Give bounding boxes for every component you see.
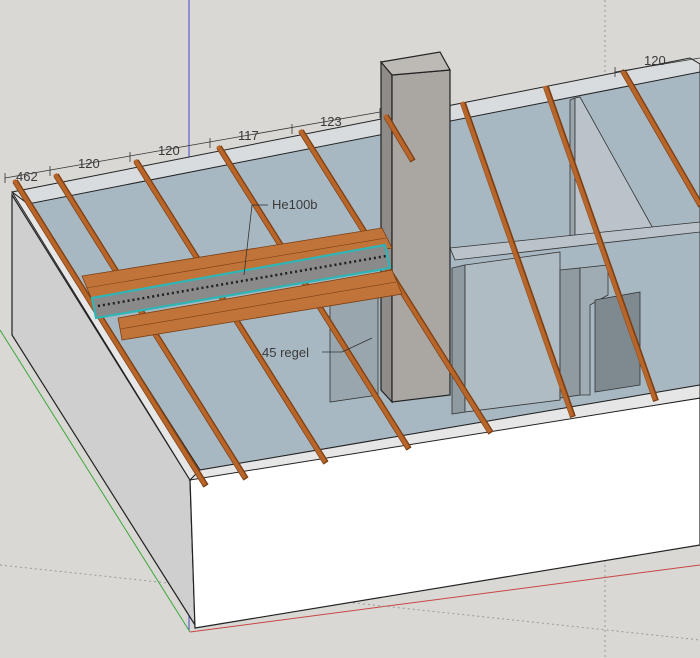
- dimension-label-4: 123: [320, 114, 342, 129]
- label-45-regel: 45 regel: [262, 345, 309, 360]
- dimension-label-2: 120: [158, 143, 180, 158]
- dimension-label-1: 120: [78, 156, 100, 171]
- interior-wall: [559, 267, 581, 399]
- dimension-label-0: 462: [16, 169, 38, 184]
- dimension-label-right: 120: [644, 53, 666, 68]
- sketchup-viewport[interactable]: 462 120 120 117 123 120 He100b 45 regel: [0, 0, 700, 658]
- dimension-label-3: 117: [238, 128, 259, 143]
- label-he100b: He100b: [272, 197, 318, 212]
